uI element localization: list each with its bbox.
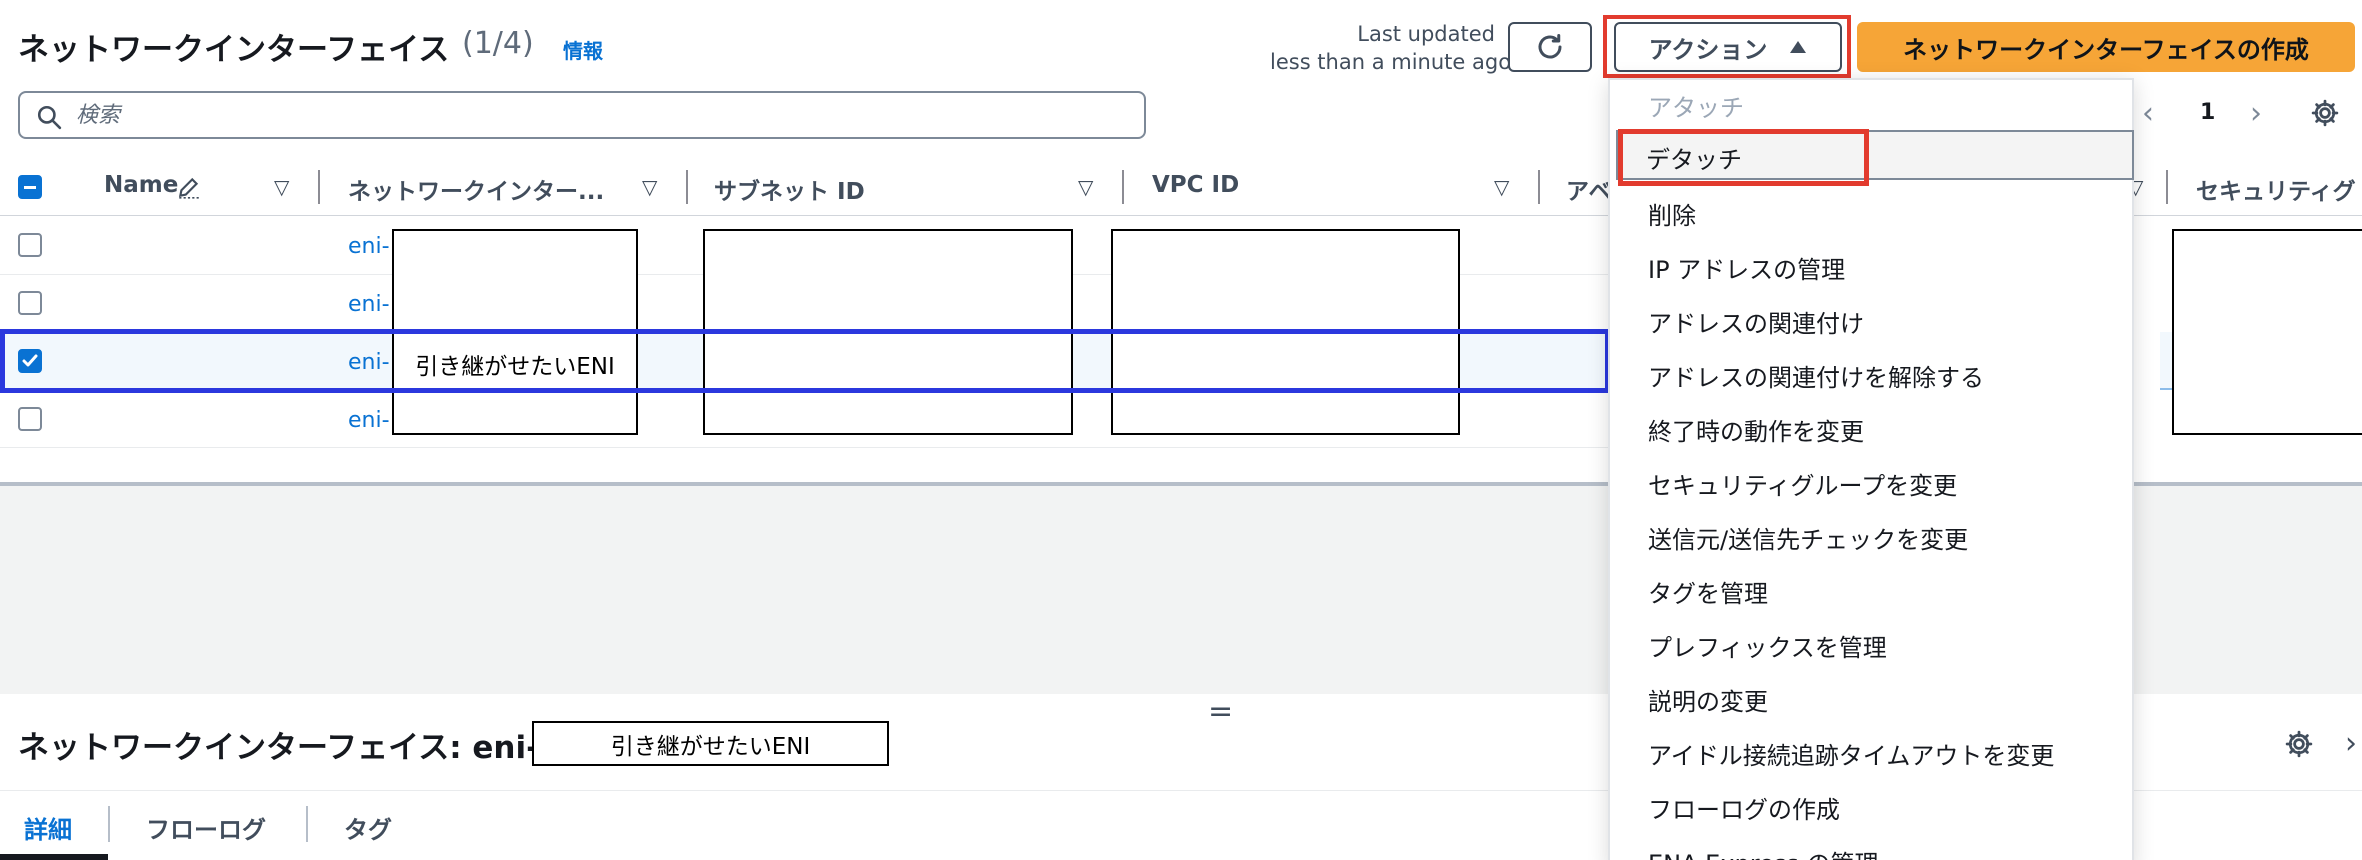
sort-icon[interactable]: ▽ bbox=[642, 175, 657, 199]
edit-pencil-icon bbox=[178, 177, 199, 199]
refresh-button[interactable] bbox=[1508, 22, 1592, 72]
redaction-box bbox=[2172, 229, 2362, 435]
row-checkbox[interactable] bbox=[18, 407, 42, 431]
sort-icon[interactable]: ▽ bbox=[274, 175, 289, 199]
eni-link[interactable]: eni- bbox=[348, 408, 390, 433]
eni-link[interactable]: eni- bbox=[348, 234, 390, 259]
detail-redaction-box: 引き継がせたいENI bbox=[532, 721, 889, 766]
tab-tags[interactable]: タグ bbox=[344, 810, 392, 845]
menu-item-associate-address[interactable]: アドレスの関連付け bbox=[1648, 304, 1864, 339]
previous-page-icon[interactable]: ‹ bbox=[2142, 96, 2154, 131]
column-divider[interactable] bbox=[1122, 170, 1124, 204]
menu-item-manage-prefixes[interactable]: プレフィックスを管理 bbox=[1648, 628, 1887, 663]
menu-item-delete[interactable]: 削除 bbox=[1648, 196, 1696, 231]
row-checkbox[interactable] bbox=[18, 291, 42, 315]
gear-icon[interactable] bbox=[2284, 729, 2314, 759]
select-all-checkbox[interactable] bbox=[18, 175, 42, 199]
create-network-interface-button[interactable]: ネットワークインターフェイスの作成 bbox=[1857, 22, 2355, 72]
gear-icon[interactable] bbox=[2310, 98, 2340, 128]
eni-link[interactable]: eni- bbox=[348, 292, 390, 317]
active-tab-indicator bbox=[0, 854, 108, 860]
tab-divider bbox=[108, 806, 110, 842]
resize-handle-icon[interactable]: = bbox=[1208, 694, 1233, 729]
detail-redaction-label: 引き継がせたいENI bbox=[610, 733, 811, 760]
column-header-name[interactable]: Name bbox=[104, 172, 178, 198]
menu-item-ena-express[interactable]: ENA Express の管理 bbox=[1648, 844, 1879, 860]
current-page-number[interactable]: 1 bbox=[2200, 100, 2215, 125]
column-header-availability-zone[interactable]: アベ bbox=[1566, 172, 1612, 206]
selected-row-highlight-box bbox=[0, 329, 1610, 393]
tab-divider bbox=[306, 806, 308, 842]
detail-title: ネットワークインターフェイス: eni- bbox=[18, 730, 539, 766]
selection-count: (1/4) bbox=[462, 26, 534, 61]
info-link[interactable]: 情報 bbox=[563, 35, 603, 64]
menu-item-change-description[interactable]: 説明の変更 bbox=[1648, 682, 1768, 717]
search-icon bbox=[37, 105, 62, 130]
menu-item-termination-behavior[interactable]: 終了時の動作を変更 bbox=[1648, 412, 1864, 447]
column-header-security-group[interactable]: セキュリティグ bbox=[2196, 172, 2356, 206]
menu-item-change-security-groups[interactable]: セキュリティグループを変更 bbox=[1648, 466, 1957, 501]
menu-item-manage-tags[interactable]: タグを管理 bbox=[1648, 574, 1768, 609]
menu-item-disassociate-address[interactable]: アドレスの関連付けを解除する bbox=[1648, 358, 1984, 393]
column-divider[interactable] bbox=[686, 170, 688, 204]
page-title: ネットワークインターフェイス bbox=[18, 32, 450, 68]
sort-icon[interactable]: ▽ bbox=[1494, 175, 1509, 199]
menu-item-idle-timeout[interactable]: アイドル接続追跡タイムアウトを変更 bbox=[1648, 736, 2054, 771]
menu-item-create-flow-log[interactable]: フローログの作成 bbox=[1648, 790, 1840, 825]
column-header-network-interface[interactable]: ネットワークインター... bbox=[348, 172, 604, 206]
menu-item-attach: アタッチ bbox=[1648, 94, 1744, 122]
row-divider bbox=[0, 447, 1610, 448]
search-input[interactable] bbox=[76, 99, 1126, 131]
column-divider[interactable] bbox=[318, 170, 320, 204]
actions-dropdown-menu: アタッチ デタッチ 削除 IP アドレスの管理 アドレスの関連付け アドレスの関… bbox=[1608, 78, 2134, 860]
column-divider[interactable] bbox=[1538, 170, 1540, 204]
tab-details[interactable]: 詳細 bbox=[24, 810, 72, 845]
refresh-icon bbox=[1538, 34, 1562, 59]
last-updated-value: less than a minute ago bbox=[1270, 50, 1512, 74]
column-header-vpc-id[interactable]: VPC ID bbox=[1152, 172, 1239, 198]
row-checkbox[interactable] bbox=[18, 233, 42, 257]
close-icon[interactable]: › bbox=[2345, 726, 2357, 761]
detach-highlight-box bbox=[1618, 129, 1869, 186]
actions-highlight-box bbox=[1603, 15, 1851, 78]
menu-item-source-dest-check[interactable]: 送信元/送信先チェックを変更 bbox=[1648, 520, 1968, 555]
tab-flow-logs[interactable]: フローログ bbox=[146, 810, 266, 845]
sort-icon[interactable]: ▽ bbox=[1078, 175, 1093, 199]
last-updated-label: Last updated bbox=[1357, 22, 1495, 46]
search-box bbox=[18, 91, 1146, 139]
next-page-icon[interactable]: › bbox=[2250, 96, 2262, 131]
column-header-subnet-id[interactable]: サブネット ID bbox=[714, 172, 865, 206]
column-divider[interactable] bbox=[2166, 170, 2168, 204]
menu-item-manage-ip[interactable]: IP アドレスの管理 bbox=[1648, 250, 1845, 285]
